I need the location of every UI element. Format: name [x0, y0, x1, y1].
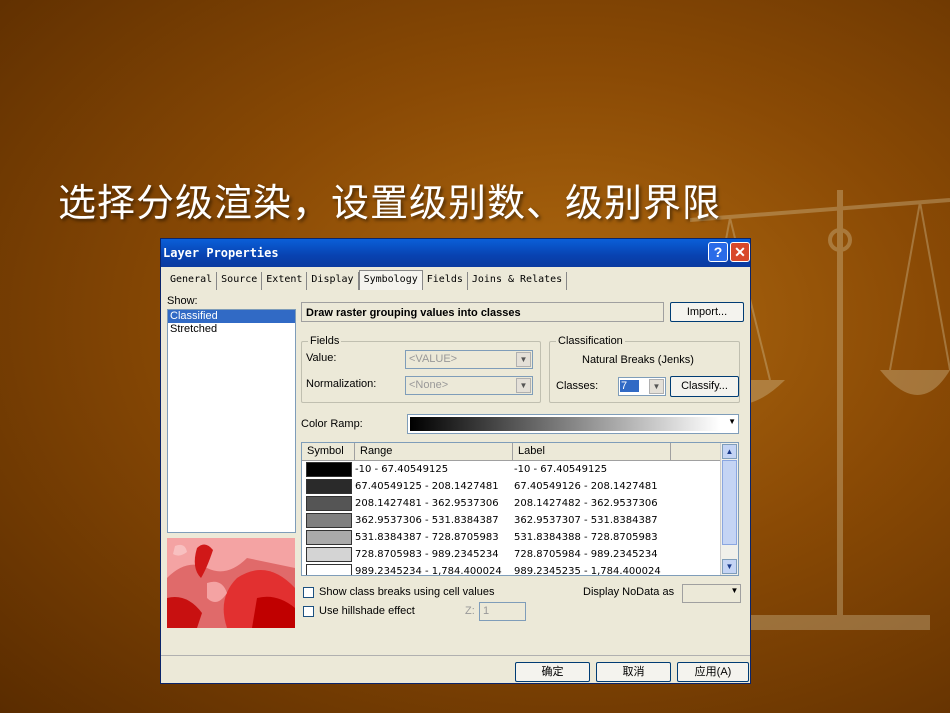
- tab-symbology[interactable]: Symbology: [358, 270, 423, 290]
- table-row[interactable]: 362.9537306 - 531.8384387 362.9537307 - 5…: [302, 512, 738, 529]
- class-table-body: -10 - 67.40549125 -10 - 67.40549125 67.405…: [302, 461, 738, 575]
- color-ramp-gradient: [410, 417, 720, 431]
- table-row[interactable]: 208.1427481 - 362.9537306 208.1427482 - 3…: [302, 495, 738, 512]
- classes-select-text: 7: [620, 380, 640, 392]
- tab-joins-relates[interactable]: Joins & Relates: [468, 272, 568, 290]
- classes-select[interactable]: 7 ▼: [618, 377, 666, 396]
- classification-group: Classification Natural Breaks (Jenks) Cl…: [549, 335, 740, 403]
- hillshade-checkbox[interactable]: [303, 606, 314, 617]
- class-symbol-swatch[interactable]: [306, 564, 352, 575]
- chevron-down-icon: ▼: [728, 417, 736, 426]
- tab-source[interactable]: Source: [217, 272, 263, 290]
- scroll-thumb[interactable]: [722, 460, 737, 545]
- class-label[interactable]: 67.40549126 - 208.1427481: [514, 481, 694, 492]
- show-breaks-label: Show class breaks using cell values: [319, 586, 495, 598]
- column-header-range[interactable]: Range: [355, 443, 513, 460]
- class-range[interactable]: 728.8705983 - 989.2345234: [355, 549, 514, 560]
- show-item-classified[interactable]: Classified: [168, 310, 295, 323]
- class-table-header: Symbol Range Label: [302, 443, 738, 461]
- import-button[interactable]: Import...: [670, 302, 744, 322]
- normalization-select-text: <None>: [409, 379, 449, 391]
- show-list: Classified Stretched: [167, 309, 296, 533]
- layer-properties-dialog: Layer Properties ? ✕ General Source Exte…: [160, 238, 751, 684]
- class-range[interactable]: 67.40549125 - 208.1427481: [355, 481, 514, 492]
- fields-group: Fields Value: <VALUE> ▼ Normalization: <…: [301, 335, 541, 403]
- dialog-footer-divider: [161, 655, 750, 656]
- fields-group-title: Fields: [308, 335, 342, 347]
- class-symbol-swatch[interactable]: [306, 479, 352, 494]
- class-label[interactable]: 989.2345235 - 1,784.400024: [514, 566, 694, 575]
- class-symbol-swatch[interactable]: [306, 513, 352, 528]
- scroll-up-icon[interactable]: ▲: [722, 444, 737, 459]
- chevron-down-icon: ▼: [649, 379, 664, 394]
- value-label: Value:: [306, 352, 337, 364]
- class-label[interactable]: 362.9537307 - 531.8384387: [514, 515, 694, 526]
- column-header-symbol[interactable]: Symbol: [302, 443, 355, 460]
- nodata-color-picker[interactable]: ▼: [682, 584, 741, 603]
- tab-fields[interactable]: Fields: [423, 272, 468, 290]
- dialog-title: Layer Properties: [163, 246, 279, 260]
- table-row[interactable]: -10 - 67.40549125 -10 - 67.40549125: [302, 461, 738, 478]
- classes-label: Classes:: [556, 380, 599, 392]
- show-breaks-checkbox[interactable]: [303, 587, 314, 598]
- cancel-button[interactable]: 取消: [596, 662, 671, 682]
- hillshade-label: Use hillshade effect: [319, 605, 415, 617]
- z-input[interactable]: 1: [479, 602, 526, 621]
- chevron-down-icon: ▼: [730, 586, 739, 595]
- close-button[interactable]: ✕: [730, 242, 750, 262]
- classified-preview-image: [167, 538, 295, 628]
- nodata-label: Display NoData as: [583, 586, 675, 598]
- table-row[interactable]: 728.8705983 - 989.2345234 728.8705984 - 9…: [302, 546, 738, 563]
- class-label[interactable]: 728.8705984 - 989.2345234: [514, 549, 694, 560]
- class-table: Symbol Range Label -10 - 67.40549125 -10 …: [301, 442, 739, 576]
- slide-title: 选择分级渲染，设置级别数、级别界限: [58, 181, 722, 225]
- show-label: Show:: [167, 295, 198, 307]
- chevron-down-icon: ▼: [516, 352, 531, 367]
- table-row[interactable]: 989.2345234 - 1,784.400024 989.2345235 - …: [302, 563, 738, 575]
- table-row[interactable]: 531.8384387 - 728.8705983 531.8384388 - 7…: [302, 529, 738, 546]
- value-select-text: <VALUE>: [409, 353, 458, 365]
- classify-button[interactable]: Classify...: [670, 376, 739, 397]
- table-row[interactable]: 67.40549125 - 208.1427481 67.40549126 - 2…: [302, 478, 738, 495]
- normalization-select[interactable]: <None> ▼: [405, 376, 533, 395]
- classification-group-title: Classification: [556, 335, 625, 347]
- class-label[interactable]: -10 - 67.40549125: [514, 464, 694, 475]
- value-select[interactable]: <VALUE> ▼: [405, 350, 533, 369]
- renderer-header: Draw raster grouping values into classes: [301, 302, 664, 322]
- class-range[interactable]: 531.8384387 - 728.8705983: [355, 532, 514, 543]
- show-item-stretched[interactable]: Stretched: [168, 323, 295, 336]
- help-icon: ?: [713, 244, 723, 260]
- tab-strip: General Source Extent Display Symbology …: [166, 270, 568, 290]
- class-symbol-swatch[interactable]: [306, 462, 352, 477]
- dialog-titlebar[interactable]: Layer Properties ? ✕: [161, 239, 750, 267]
- classification-method: Natural Breaks (Jenks): [582, 354, 694, 366]
- class-symbol-swatch[interactable]: [306, 530, 352, 545]
- apply-button[interactable]: 应用(A): [677, 662, 749, 682]
- scroll-down-icon[interactable]: ▼: [722, 559, 737, 574]
- table-scrollbar[interactable]: ▲ ▼: [720, 443, 738, 575]
- z-label: Z:: [465, 605, 475, 617]
- class-range[interactable]: 989.2345234 - 1,784.400024: [355, 566, 514, 575]
- column-header-label[interactable]: Label: [513, 443, 671, 460]
- color-ramp-select[interactable]: ▼: [407, 414, 739, 434]
- tab-extent[interactable]: Extent: [262, 272, 308, 290]
- chevron-down-icon: ▼: [516, 378, 531, 393]
- close-icon: ✕: [734, 243, 746, 260]
- normalization-label: Normalization:: [306, 378, 377, 390]
- class-symbol-swatch[interactable]: [306, 547, 352, 562]
- class-symbol-swatch[interactable]: [306, 496, 352, 511]
- tab-display[interactable]: Display: [307, 272, 359, 290]
- class-label[interactable]: 208.1427482 - 362.9537306: [514, 498, 694, 509]
- tab-general[interactable]: General: [166, 272, 218, 290]
- help-button[interactable]: ?: [708, 242, 728, 262]
- z-input-value: 1: [483, 605, 490, 617]
- ok-button[interactable]: 确定: [515, 662, 590, 682]
- color-ramp-label: Color Ramp:: [301, 418, 363, 430]
- class-range[interactable]: -10 - 67.40549125: [355, 464, 514, 475]
- class-range[interactable]: 362.9537306 - 531.8384387: [355, 515, 514, 526]
- class-range[interactable]: 208.1427481 - 362.9537306: [355, 498, 514, 509]
- class-label[interactable]: 531.8384388 - 728.8705983: [514, 532, 694, 543]
